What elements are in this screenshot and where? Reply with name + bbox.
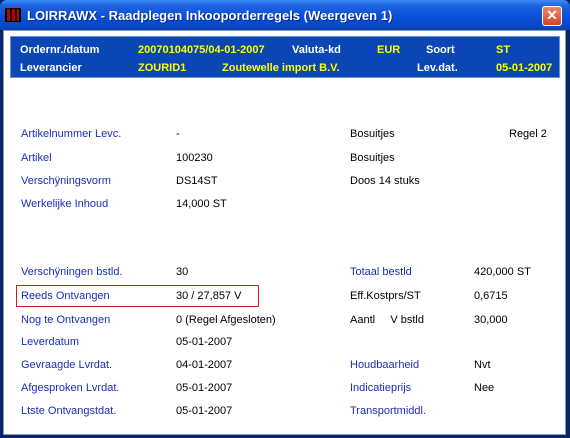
levdat-value: 05-01-2007: [496, 62, 553, 74]
order-header-panel: Ordernr./datum 20070104075/04-01-2007 Va…: [10, 36, 560, 78]
regel-indicator: Regel 2: [509, 128, 547, 140]
nog-te-ontvangen-value: 0 (Regel Afgesloten): [176, 314, 276, 326]
werkelijke-inhoud-label: Werkelijke Inhoud: [21, 198, 109, 210]
valuta-label: Valuta-kd: [292, 44, 341, 56]
artikelnummer-levc-desc: Bosuitjes: [350, 128, 395, 140]
soort-label: Soort: [426, 44, 455, 56]
afgesproken-lvrdat-value: 05-01-2007: [176, 382, 233, 394]
verschijningsvorm-desc: Doos 14 stuks: [350, 175, 420, 187]
ltste-ontvangstdat-label: Ltste Ontvangstdat.: [21, 405, 117, 417]
houdbaarheid-value: Nvt: [474, 359, 491, 371]
ordernr-label: Ordernr./datum: [20, 44, 100, 56]
verschijningen-bstld-label: Verschÿningen bstld.: [21, 266, 123, 278]
aantl-v-bstld-value: 30,000: [474, 314, 508, 326]
indicatieprijs-label: Indicatieprijs: [350, 382, 412, 394]
leverancier-code: ZOURID1: [138, 62, 187, 74]
verschijningen-bstld-value: 30: [176, 266, 189, 278]
indicatieprijs-value: Nee: [474, 382, 495, 394]
artikelnummer-levc-label: Artikelnummer Levc.: [21, 128, 122, 140]
close-button[interactable]: ✕: [542, 6, 562, 26]
leverdatum-label: Leverdatum: [21, 336, 80, 348]
soort-value: ST: [496, 44, 511, 56]
ltste-ontvangstdat-value: 05-01-2007: [176, 405, 233, 417]
verschijningsvorm-label: Verschÿningsvorm: [21, 175, 111, 187]
title-bar[interactable]: LOIRRAWX - Raadplegen Inkooporderregels …: [0, 0, 570, 30]
levdat-label: Lev.dat.: [417, 62, 458, 74]
totaal-bestld-value: 420,000 ST: [474, 266, 531, 278]
reeds-ontvangen-label: Reeds Ontvangen: [21, 290, 110, 302]
leverancier-name: Zoutewelle import B.V.: [222, 62, 340, 74]
artikelnummer-levc-value: -: [176, 128, 180, 140]
window-title: LOIRRAWX - Raadplegen Inkooporderregels …: [27, 8, 393, 23]
artikel-value: 100230: [176, 152, 213, 164]
valuta-value: EUR: [377, 44, 401, 56]
afgesproken-lvrdat-label: Afgesproken Lvrdat.: [21, 382, 120, 394]
werkelijke-inhoud-value: 14,000 ST: [176, 198, 227, 210]
eff-kostprs-label: Eff.Kostprs/ST: [350, 290, 421, 302]
artikel-label: Artikel: [21, 152, 52, 164]
gevraagde-lvrdat-value: 04-01-2007: [176, 359, 233, 371]
window-content: Ordernr./datum 20070104075/04-01-2007 Va…: [3, 30, 566, 435]
leverdatum-value: 05-01-2007: [176, 336, 233, 348]
reeds-ontvangen-value: 30 / 27,857 V: [176, 290, 242, 302]
leverancier-label: Leverancier: [20, 62, 82, 74]
ordernr-value: 20070104075/04-01-2007: [138, 44, 265, 56]
nog-te-ontvangen-label: Nog te Ontvangen: [21, 314, 111, 326]
houdbaarheid-label: Houdbaarheid: [350, 359, 420, 371]
gevraagde-lvrdat-label: Gevraagde Lvrdat.: [21, 359, 113, 371]
aantl-v-bstld-label: Aantl V bstld: [350, 314, 424, 326]
eff-kostprs-value: 0,6715: [474, 290, 508, 302]
artikel-desc: Bosuitjes: [350, 152, 395, 164]
verschijningsvorm-value: DS14ST: [176, 175, 218, 187]
application-icon: [5, 8, 21, 22]
totaal-bestld-label: Totaal bestld: [350, 266, 412, 278]
app-window: LOIRRAWX - Raadplegen Inkooporderregels …: [0, 0, 570, 438]
transportmiddel-label: Transportmiddl.: [350, 405, 427, 417]
